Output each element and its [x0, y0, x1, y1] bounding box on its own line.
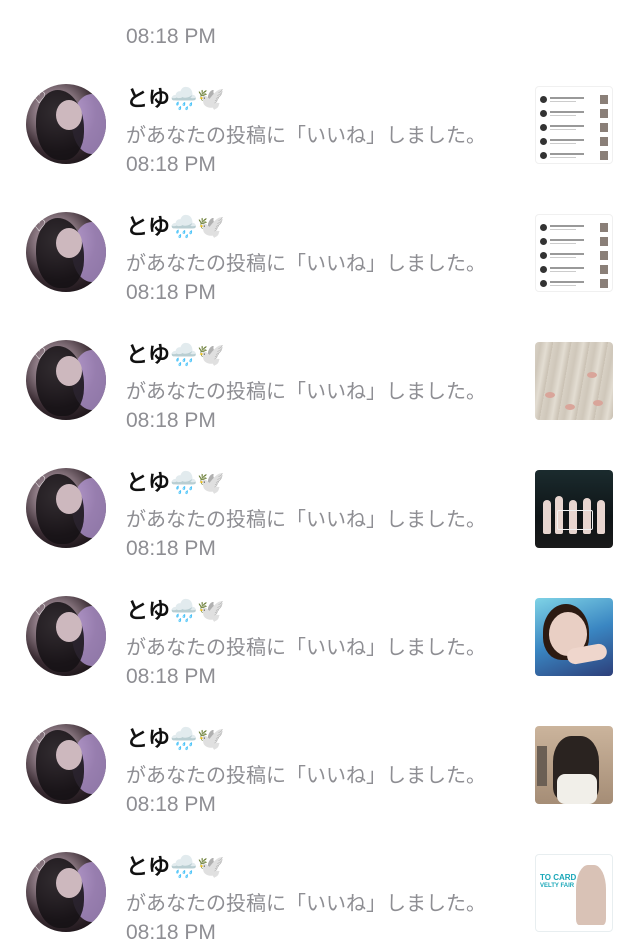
heart-icon: ♡: [32, 728, 47, 747]
heart-icon: ♡: [32, 216, 47, 235]
user-avatar[interactable]: ♡: [26, 724, 106, 804]
user-avatar[interactable]: ♡: [26, 596, 106, 676]
heart-icon: ♡: [32, 88, 47, 107]
notification-row[interactable]: ♡ とゆ🌧️🕊️ があなたの投稿に「いいね」しました。 08:18 PM: [0, 298, 640, 432]
notification-message: があなたの投稿に「いいね」しました。: [126, 251, 486, 275]
post-thumbnail[interactable]: [535, 86, 613, 164]
notification-row[interactable]: ♡ とゆ🌧️🕊️ があなたの投稿に「いいね」しました。 08:18 PM: [0, 554, 640, 688]
user-avatar[interactable]: ♡: [26, 212, 106, 292]
post-thumbnail[interactable]: [535, 598, 613, 676]
notification-message: があなたの投稿に「いいね」しました。: [126, 123, 486, 147]
user-avatar[interactable]: ♡: [26, 852, 106, 932]
heart-icon: ♡: [32, 600, 47, 619]
post-thumbnail[interactable]: [535, 470, 613, 548]
user-name[interactable]: とゆ🌧️🕊️: [126, 86, 225, 114]
notification-row[interactable]: ♡ とゆ🌧️🕊️ があなたの投稿に「いいね」しました。 08:18 PM: [0, 426, 640, 560]
poster-subtitle: VELTY FAIR: [540, 883, 575, 889]
post-thumbnail[interactable]: [535, 726, 613, 804]
heart-icon: ♡: [32, 472, 47, 491]
notification-message: があなたの投稿に「いいね」しました。: [126, 507, 486, 531]
notification-row[interactable]: ♡ とゆ🌧️🕊️ があなたの投稿に「いいね」しました。 08:18 PM: [0, 170, 640, 304]
post-thumbnail[interactable]: [535, 214, 613, 292]
heart-icon: ♡: [32, 344, 47, 363]
post-thumbnail[interactable]: [535, 342, 613, 420]
user-name[interactable]: とゆ🌧️🕊️: [126, 214, 225, 242]
post-thumbnail[interactable]: TO CARD VELTY FAIR: [535, 854, 613, 932]
notification-message: があなたの投稿に「いいね」しました。: [126, 379, 486, 403]
notification-feed: 08:18 PM ♡ とゆ🌧️🕊️ があなたの投稿に「いいね」しました。 08:…: [0, 0, 640, 944]
notification-message: があなたの投稿に「いいね」しました。: [126, 635, 486, 659]
notification-message: があなたの投稿に「いいね」しました。: [126, 891, 486, 915]
notification-row[interactable]: ♡ とゆ🌧️🕊️ があなたの投稿に「いいね」しました。 08:18 PM TO …: [0, 810, 640, 944]
notification-time: 08:18 PM: [126, 921, 216, 944]
notification-row[interactable]: ♡ とゆ🌧️🕊️ があなたの投稿に「いいね」しました。 08:18 PM: [0, 42, 640, 176]
user-name[interactable]: とゆ🌧️🕊️: [126, 598, 225, 626]
user-name[interactable]: とゆ🌧️🕊️: [126, 342, 225, 370]
user-avatar[interactable]: ♡: [26, 84, 106, 164]
notification-row-clipped[interactable]: 08:18 PM: [0, 0, 640, 48]
poster-title: TO CARD: [540, 873, 577, 882]
user-name[interactable]: とゆ🌧️🕊️: [126, 726, 225, 754]
user-name[interactable]: とゆ🌧️🕊️: [126, 854, 225, 882]
user-avatar[interactable]: ♡: [26, 340, 106, 420]
notification-row[interactable]: ♡ とゆ🌧️🕊️ があなたの投稿に「いいね」しました。 08:18 PM: [0, 682, 640, 816]
heart-icon: ♡: [32, 856, 47, 875]
user-name[interactable]: とゆ🌧️🕊️: [126, 470, 225, 498]
notification-message: があなたの投稿に「いいね」しました。: [126, 763, 486, 787]
user-avatar[interactable]: ♡: [26, 468, 106, 548]
